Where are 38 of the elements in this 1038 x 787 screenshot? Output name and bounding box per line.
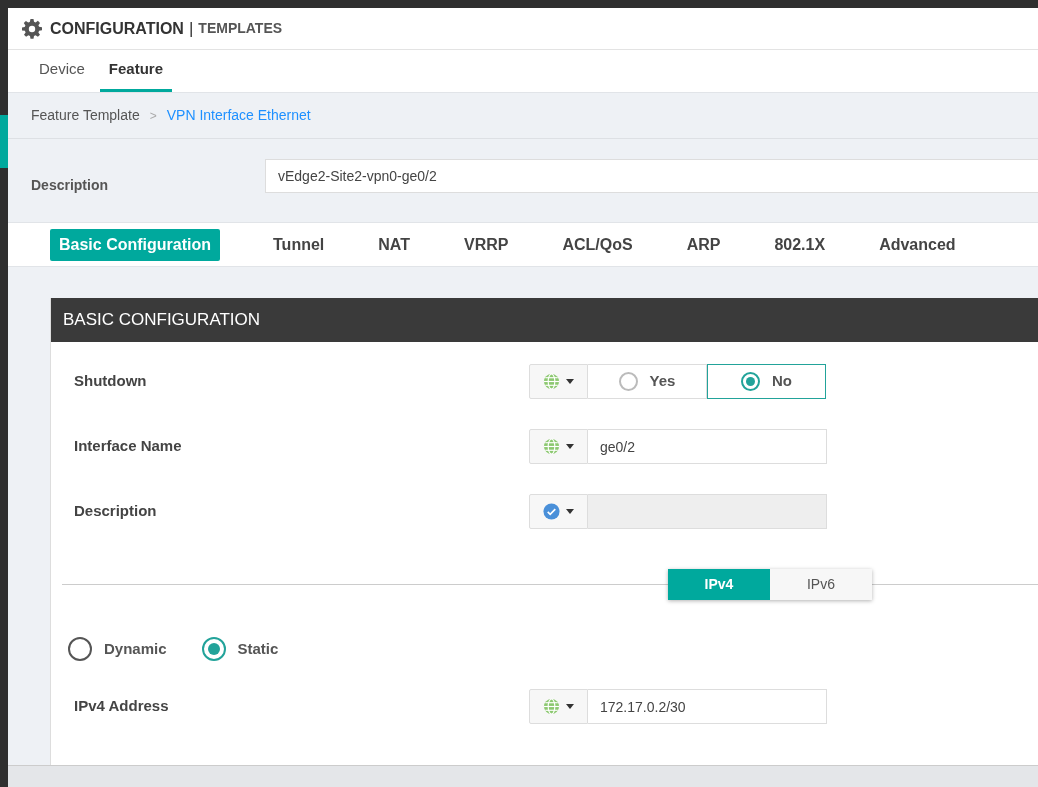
description-field[interactable]: vEdge2-Site2-vpn0-ge0/2 [265, 158, 1038, 193]
toggle-option[interactable]: IPv6 [770, 569, 872, 600]
tab[interactable]: VRRP [454, 228, 518, 261]
tab[interactable]: Device [30, 50, 94, 92]
radio-option[interactable]: Yes [588, 364, 707, 399]
field-label: Shutdown [74, 371, 148, 391]
tab[interactable]: ACL/QoS [553, 228, 642, 261]
tab[interactable]: 802.1X [765, 228, 835, 261]
field-label: Description [74, 501, 158, 521]
radio-option[interactable]: No [707, 364, 826, 399]
scope-dropdown[interactable] [529, 689, 588, 724]
field-label: Description [31, 176, 109, 195]
breadcrumb-item[interactable]: Feature Template [31, 105, 140, 126]
radio-option[interactable]: Dynamic [68, 637, 167, 661]
sidebar-indicator [0, 115, 8, 168]
caret-icon [566, 379, 574, 384]
text-field[interactable]: ge0/2 [588, 429, 827, 464]
field-label: IPv4 Address [74, 696, 170, 716]
tab[interactable]: Tunnel [264, 228, 334, 261]
page-subtitle: TEMPLATES [198, 19, 283, 38]
page-title: CONFIGURATION [50, 18, 184, 39]
gear-icon [22, 18, 42, 39]
tab[interactable]: Advanced [870, 228, 965, 261]
radio-option[interactable]: Static [201, 637, 279, 661]
text-field[interactable]: 172.17.0.2/30 [588, 689, 827, 724]
scope-dropdown[interactable] [529, 429, 588, 464]
breadcrumb-item: VPN Interface Ethernet [166, 106, 311, 125]
breadcrumb-separator: > [149, 107, 157, 125]
tab[interactable]: NAT [369, 228, 419, 261]
scope-dropdown[interactable] [529, 364, 588, 399]
title-separator: | [188, 17, 194, 40]
section-header: BASIC CONFIGURATION [51, 298, 1038, 342]
tab[interactable]: ARP [677, 228, 730, 261]
scope-dropdown[interactable] [529, 494, 588, 529]
field-label: Interface Name [74, 436, 183, 456]
caret-icon [566, 704, 574, 709]
caret-icon [566, 509, 574, 514]
caret-icon [566, 444, 574, 449]
